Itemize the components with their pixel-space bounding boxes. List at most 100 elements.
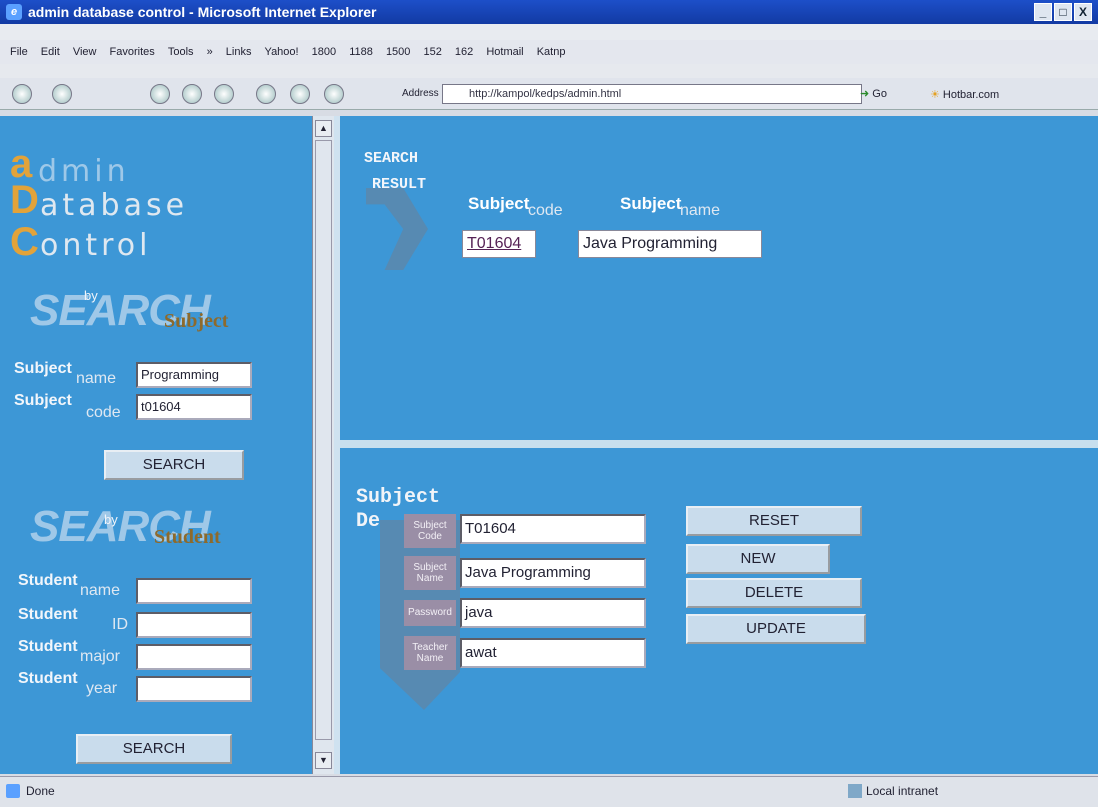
search-result-label-1: SEARCH bbox=[364, 150, 419, 167]
detail-subject-code-input[interactable]: T01604 bbox=[460, 514, 646, 544]
result-code-link[interactable]: T01604 bbox=[462, 230, 536, 258]
search-student-button[interactable]: SEARCH bbox=[76, 734, 232, 764]
teacher-name-field-label: Teacher Name bbox=[404, 636, 456, 670]
logo-database: atabase bbox=[40, 188, 189, 223]
subject-code-label: Subject bbox=[14, 392, 72, 409]
hotbar-link[interactable]: ☀ Hotbar.com bbox=[930, 88, 999, 101]
stop-icon[interactable] bbox=[150, 84, 170, 104]
search-result-label-2: RESULT bbox=[372, 176, 427, 193]
student-id-sub: ID bbox=[112, 616, 128, 633]
ie-icon: e bbox=[6, 4, 22, 20]
history-icon[interactable] bbox=[324, 84, 344, 104]
student-name-sub: name bbox=[80, 582, 121, 599]
horizontal-frame-divider[interactable] bbox=[340, 440, 1098, 448]
by-label-2: by bbox=[104, 512, 118, 527]
link-1800[interactable]: 1800 bbox=[312, 46, 336, 58]
link-hotmail[interactable]: Hotmail bbox=[486, 46, 523, 58]
menu-file[interactable]: File bbox=[10, 46, 28, 58]
logo-letter-c: C bbox=[10, 220, 39, 264]
password-field-label: Password bbox=[404, 600, 456, 626]
address-label: Address bbox=[402, 88, 439, 99]
window-title: admin database control - Microsoft Inter… bbox=[28, 4, 377, 20]
left-frame-scrollbar[interactable]: ▲ ▼ bbox=[312, 116, 334, 774]
by-student-heading: Student bbox=[154, 526, 221, 548]
go-arrow-icon: ➜ bbox=[860, 88, 873, 100]
scroll-down-icon[interactable]: ▼ bbox=[315, 752, 332, 769]
hotbar-label: Hotbar.com bbox=[942, 89, 1000, 101]
detail-teacher-name-input[interactable]: awat bbox=[460, 638, 646, 668]
student-name-label: Student bbox=[18, 572, 78, 589]
student-major-sub: major bbox=[80, 648, 121, 665]
search-subject-button[interactable]: SEARCH bbox=[104, 450, 244, 480]
status-bar: Done Local intranet bbox=[0, 776, 1098, 807]
forward-icon[interactable] bbox=[52, 84, 72, 104]
scroll-thumb[interactable] bbox=[315, 140, 332, 740]
link-1500[interactable]: 1500 bbox=[386, 46, 410, 58]
subject-code-field-label: Subject Code bbox=[404, 514, 456, 548]
student-major-input[interactable] bbox=[136, 644, 252, 670]
col-code-header: Subject bbox=[468, 194, 530, 213]
sun-icon: ☀ bbox=[930, 89, 943, 101]
link-yahoo[interactable]: Yahoo! bbox=[265, 46, 299, 58]
favorites-icon[interactable] bbox=[290, 84, 310, 104]
titlebar-gap bbox=[0, 24, 1098, 40]
search-icon[interactable] bbox=[256, 84, 276, 104]
link-152[interactable]: 152 bbox=[423, 46, 441, 58]
refresh-icon[interactable] bbox=[182, 84, 202, 104]
intranet-icon bbox=[848, 784, 862, 798]
detail-subject-name-input[interactable]: Java Programming bbox=[460, 558, 646, 588]
minimize-button[interactable]: _ bbox=[1034, 3, 1052, 21]
toolbar-gap bbox=[0, 64, 1098, 78]
status-text: Done bbox=[26, 784, 55, 798]
address-bar[interactable]: http://kampol/kedps/admin.html bbox=[442, 84, 862, 104]
reset-button[interactable]: RESET bbox=[686, 506, 862, 536]
student-name-input[interactable] bbox=[136, 578, 252, 604]
go-button[interactable]: ➜ Go bbox=[860, 84, 910, 104]
menu-favorites[interactable]: Favorites bbox=[110, 46, 155, 58]
back-icon[interactable] bbox=[12, 84, 32, 104]
student-year-input[interactable] bbox=[136, 676, 252, 702]
detail-password-input[interactable]: java bbox=[460, 598, 646, 628]
logo-letter-d: D bbox=[10, 178, 39, 222]
menu-tools[interactable]: Tools bbox=[168, 46, 194, 58]
logo-admin: dmin bbox=[38, 154, 130, 189]
link-1188[interactable]: 1188 bbox=[349, 46, 373, 58]
zone-label: Local intranet bbox=[866, 784, 939, 798]
link-162[interactable]: 162 bbox=[455, 46, 473, 58]
go-label: Go bbox=[872, 88, 887, 100]
subject-code-sub: code bbox=[86, 404, 121, 421]
subject-detail-title: Subject bbox=[356, 486, 441, 509]
browser-window: e admin database control - Microsoft Inte… bbox=[0, 0, 1098, 807]
col-name-sub: name bbox=[680, 202, 721, 219]
link-katnp[interactable]: Katnp bbox=[537, 46, 566, 58]
menu-more[interactable]: » bbox=[207, 46, 213, 58]
by-subject-heading: Subject bbox=[164, 310, 229, 332]
col-name-header: Subject bbox=[620, 194, 682, 213]
home-icon[interactable] bbox=[214, 84, 234, 104]
subject-name-label: Subject bbox=[14, 360, 72, 377]
title-bar: e admin database control - Microsoft Inte… bbox=[0, 0, 1098, 24]
links-label: Links bbox=[225, 46, 252, 58]
subject-detail-title-2: De bbox=[356, 510, 381, 533]
subject-name-field-label: Subject Name bbox=[404, 556, 456, 590]
student-major-label: Student bbox=[18, 638, 78, 655]
maximize-button[interactable]: □ bbox=[1054, 3, 1072, 21]
page-icon bbox=[6, 784, 20, 798]
subject-name-input[interactable]: Programming bbox=[136, 362, 252, 388]
result-name-cell: Java Programming bbox=[578, 230, 762, 258]
new-button[interactable]: NEW bbox=[686, 544, 830, 574]
student-id-input[interactable] bbox=[136, 612, 252, 638]
subject-code-input[interactable]: t01604 bbox=[136, 394, 252, 420]
menu-view[interactable]: View bbox=[73, 46, 97, 58]
scroll-up-icon[interactable]: ▲ bbox=[315, 120, 332, 137]
delete-button[interactable]: DELETE bbox=[686, 578, 862, 608]
update-button[interactable]: UPDATE bbox=[686, 614, 866, 644]
left-frame: a dmin D atabase C ontrol SEARCH by Subj… bbox=[0, 116, 312, 774]
student-year-label: Student bbox=[18, 670, 78, 687]
close-button[interactable]: X bbox=[1074, 3, 1092, 21]
menu-bar: File Edit View Favorites Tools » Links Y… bbox=[0, 40, 1098, 64]
student-year-sub: year bbox=[86, 680, 118, 697]
menu-edit[interactable]: Edit bbox=[41, 46, 60, 58]
logo-control: ontrol bbox=[40, 228, 152, 263]
toolbar: Address http://kampol/kedps/admin.html ➜… bbox=[0, 78, 1098, 110]
